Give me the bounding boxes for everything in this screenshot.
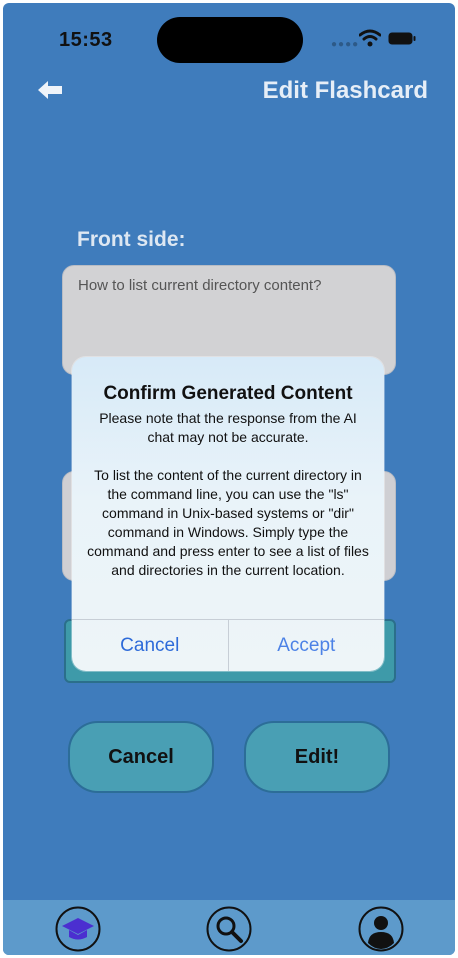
signal-icon: ●●●●	[331, 39, 360, 50]
confirm-dialog: Confirm Generated Content Please note th…	[72, 357, 384, 671]
battery-icon	[388, 32, 416, 45]
dynamic-island	[157, 17, 303, 63]
graduation-cap-icon[interactable]	[55, 906, 101, 952]
dialog-cancel-button[interactable]: Cancel	[72, 620, 229, 671]
profile-icon[interactable]	[358, 906, 404, 952]
dialog-title: Confirm Generated Content	[103, 383, 353, 404]
edit-button[interactable]: Edit!	[244, 721, 390, 793]
tab-bar	[3, 900, 455, 955]
app-screen: 15:53 ●●●● Edit Flashcard Front side: Ho…	[3, 3, 455, 955]
dialog-accept-button[interactable]: Accept	[229, 620, 385, 671]
page-title: Edit Flashcard	[262, 77, 428, 104]
dialog-message: Please note that the response from the A…	[87, 410, 369, 578]
dialog-actions: Cancel Accept	[72, 619, 384, 671]
front-side-label: Front side:	[77, 228, 186, 251]
search-icon[interactable]	[206, 906, 252, 952]
cancel-button[interactable]: Cancel	[68, 721, 214, 793]
front-side-value: How to list current directory content?	[78, 277, 322, 294]
status-time: 15:53	[59, 29, 113, 51]
wifi-icon	[359, 29, 381, 47]
back-arrow-icon[interactable]	[37, 79, 63, 101]
